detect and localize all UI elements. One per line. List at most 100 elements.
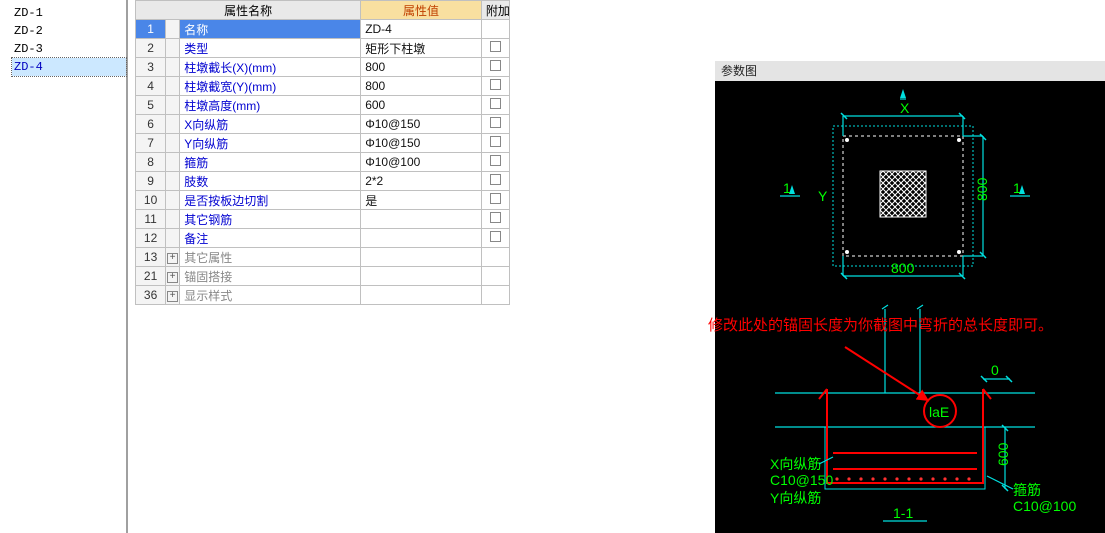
prop-value[interactable]: Φ10@150 bbox=[361, 134, 482, 153]
checkbox-icon bbox=[490, 41, 501, 52]
prop-value[interactable]: 600 bbox=[361, 96, 482, 115]
label-zero: 0 bbox=[991, 362, 999, 378]
expand-toggle bbox=[166, 39, 180, 58]
prop-value[interactable] bbox=[361, 267, 482, 286]
extra-checkbox bbox=[481, 267, 509, 286]
prop-value[interactable] bbox=[361, 248, 482, 267]
table-row[interactable]: 12 备注 bbox=[136, 229, 510, 248]
prop-value[interactable]: ZD-4 bbox=[361, 20, 482, 39]
prop-name: 锚固搭接 bbox=[180, 267, 361, 286]
extra-checkbox[interactable] bbox=[481, 153, 509, 172]
extra-checkbox[interactable] bbox=[481, 191, 509, 210]
checkbox-icon bbox=[490, 98, 501, 109]
diagram-panel: 参数图 bbox=[715, 61, 1105, 533]
label-one-b: 1 bbox=[1013, 180, 1021, 196]
prop-value[interactable] bbox=[361, 286, 482, 305]
prop-value[interactable]: 矩形下柱墩 bbox=[361, 39, 482, 58]
prop-value[interactable] bbox=[361, 229, 482, 248]
table-row[interactable]: 3柱墩截长(X)(mm)800 bbox=[136, 58, 510, 77]
checkbox-icon bbox=[490, 117, 501, 128]
row-number: 11 bbox=[136, 210, 166, 229]
table-row[interactable]: 2类型矩形下柱墩 bbox=[136, 39, 510, 58]
table-row[interactable]: 7Y向纵筋Φ10@150 bbox=[136, 134, 510, 153]
expand-toggle[interactable]: + bbox=[166, 248, 180, 267]
tree-item-zd2[interactable]: ZD-2 bbox=[12, 22, 126, 40]
expand-toggle bbox=[166, 153, 180, 172]
expand-toggle bbox=[166, 191, 180, 210]
tree-item-zd1[interactable]: ZD-1 bbox=[12, 4, 126, 22]
table-row[interactable]: 21+锚固搭接 bbox=[136, 267, 510, 286]
table-row[interactable]: 10是否按板边切割是 bbox=[136, 191, 510, 210]
expand-toggle bbox=[166, 77, 180, 96]
prop-value[interactable]: 800 bbox=[361, 77, 482, 96]
row-number: 8 bbox=[136, 153, 166, 172]
table-row[interactable]: 5柱墩高度(mm)600 bbox=[136, 96, 510, 115]
prop-value[interactable] bbox=[361, 210, 482, 229]
expand-toggle[interactable]: + bbox=[166, 286, 180, 305]
table-row[interactable]: 13+其它属性 bbox=[136, 248, 510, 267]
extra-checkbox[interactable] bbox=[481, 229, 509, 248]
expand-toggle bbox=[166, 58, 180, 77]
label-width: 800 bbox=[891, 260, 915, 276]
checkbox-icon bbox=[490, 212, 501, 223]
expand-toggle bbox=[166, 229, 180, 248]
prop-name: 肢数 bbox=[180, 172, 361, 191]
prop-value[interactable]: 2*2 bbox=[361, 172, 482, 191]
header-name: 属性名称 bbox=[136, 1, 361, 20]
row-number: 6 bbox=[136, 115, 166, 134]
extra-checkbox bbox=[481, 248, 509, 267]
label-section-tag: 1-1 bbox=[893, 505, 913, 521]
extra-checkbox[interactable] bbox=[481, 134, 509, 153]
table-row[interactable]: 4柱墩截宽(Y)(mm)800 bbox=[136, 77, 510, 96]
table-row[interactable]: 36+显示样式 bbox=[136, 286, 510, 305]
extra-checkbox[interactable] bbox=[481, 210, 509, 229]
table-row[interactable]: 1名称ZD-4 bbox=[136, 20, 510, 39]
plus-icon: + bbox=[167, 253, 178, 264]
prop-name: 备注 bbox=[180, 229, 361, 248]
prop-name: 箍筋 bbox=[180, 153, 361, 172]
checkbox-icon bbox=[490, 174, 501, 185]
label-yrein: Y向纵筋 bbox=[770, 490, 821, 506]
expand-toggle bbox=[166, 134, 180, 153]
label-one-a: 1 bbox=[783, 180, 791, 196]
checkbox-icon bbox=[490, 60, 501, 71]
extra-checkbox bbox=[481, 286, 509, 305]
tree-item-zd4[interactable]: ZD-4 bbox=[12, 58, 126, 76]
row-number: 7 bbox=[136, 134, 166, 153]
label-stirrup-val: C10@100 bbox=[1013, 498, 1076, 514]
prop-value[interactable]: Φ10@150 bbox=[361, 115, 482, 134]
diagram-body: X 800 800 Y 1 1 bbox=[715, 81, 1105, 533]
header-extra: 附加 bbox=[481, 1, 509, 20]
table-row[interactable]: 8 箍筋Φ10@100 bbox=[136, 153, 510, 172]
expand-toggle[interactable]: + bbox=[166, 267, 180, 286]
extra-checkbox[interactable] bbox=[481, 172, 509, 191]
label-xrein: X向纵筋 bbox=[770, 456, 821, 472]
row-number: 3 bbox=[136, 58, 166, 77]
checkbox-icon bbox=[490, 155, 501, 166]
label-height: 800 bbox=[974, 177, 990, 201]
table-row[interactable]: 11 其它钢筋 bbox=[136, 210, 510, 229]
expand-toggle bbox=[166, 20, 180, 39]
annotation-text: 修改此处的锚固长度为你截图中弯折的总长度即可。 bbox=[708, 316, 1105, 336]
extra-checkbox[interactable] bbox=[481, 115, 509, 134]
row-number: 12 bbox=[136, 229, 166, 248]
prop-name: 其它钢筋 bbox=[180, 210, 361, 229]
property-grid: 属性名称 属性值 附加 1名称ZD-42类型矩形下柱墩3柱墩截长(X)(mm)8… bbox=[135, 0, 510, 305]
prop-value[interactable]: 是 bbox=[361, 191, 482, 210]
extra-checkbox bbox=[481, 20, 509, 39]
label-lae: laE bbox=[929, 404, 949, 420]
row-number: 10 bbox=[136, 191, 166, 210]
prop-value[interactable]: Φ10@100 bbox=[361, 153, 482, 172]
table-row[interactable]: 6X向纵筋Φ10@150 bbox=[136, 115, 510, 134]
checkbox-icon bbox=[490, 136, 501, 147]
extra-checkbox[interactable] bbox=[481, 96, 509, 115]
extra-checkbox[interactable] bbox=[481, 77, 509, 96]
prop-value[interactable]: 800 bbox=[361, 58, 482, 77]
table-row[interactable]: 9肢数2*2 bbox=[136, 172, 510, 191]
extra-checkbox[interactable] bbox=[481, 58, 509, 77]
row-number: 21 bbox=[136, 267, 166, 286]
tree-item-zd3[interactable]: ZD-3 bbox=[12, 40, 126, 58]
row-number: 5 bbox=[136, 96, 166, 115]
extra-checkbox[interactable] bbox=[481, 39, 509, 58]
header-value: 属性值 bbox=[361, 1, 482, 20]
